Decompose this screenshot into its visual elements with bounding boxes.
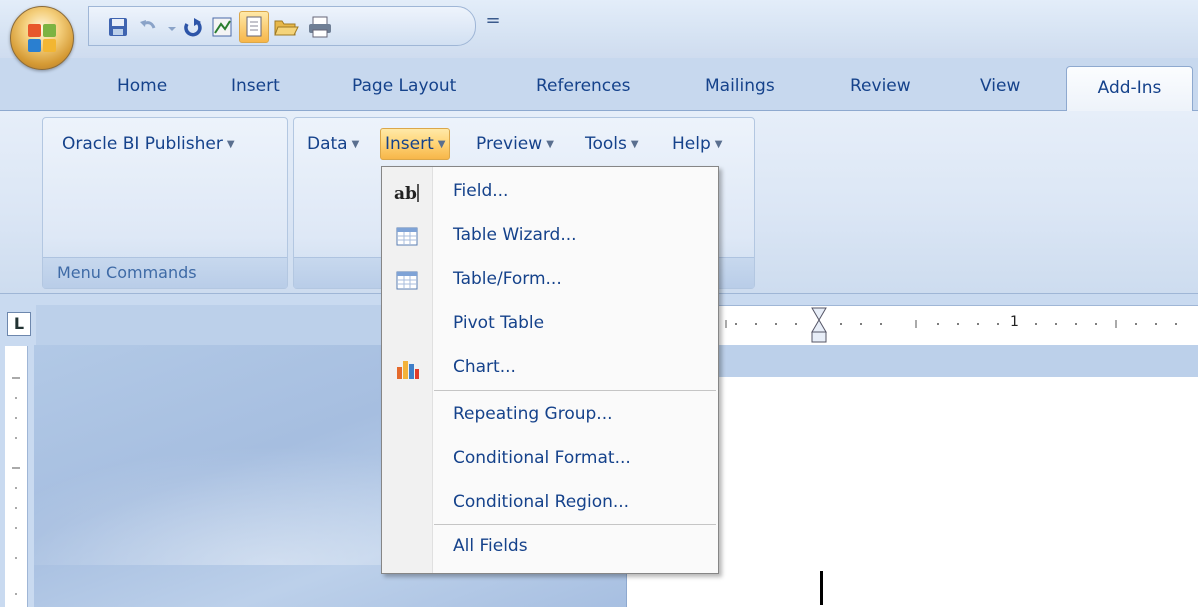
menu-item-field[interactable]: ab Field... <box>383 173 717 213</box>
tab-add-ins-label: Add-Ins <box>1097 78 1162 98</box>
help-label: Help <box>672 134 711 154</box>
menu-item-label: Table/Form... <box>453 269 562 289</box>
data-button[interactable]: Data ▼ <box>307 130 359 158</box>
menu-item-label: Repeating Group... <box>453 404 613 424</box>
chevron-down-icon: ▼ <box>226 139 235 150</box>
text-cursor <box>820 571 823 605</box>
customize-qat-icon[interactable]: = <box>484 8 502 36</box>
office-logo-icon <box>28 24 56 52</box>
table-icon <box>394 225 420 249</box>
tab-page-layout[interactable]: Page Layout <box>352 76 456 106</box>
undo-dropdown-icon[interactable] <box>161 16 176 38</box>
menu-item-table-wizard[interactable]: Table Wizard... <box>383 217 717 257</box>
office-button[interactable] <box>10 6 74 70</box>
menu-item-label: Conditional Region... <box>453 492 630 512</box>
chevron-down-icon: ▼ <box>714 139 723 150</box>
menu-item-conditional-format[interactable]: Conditional Format... <box>383 440 717 480</box>
data-label: Data <box>307 134 348 154</box>
ab-field-icon: ab <box>394 181 420 205</box>
oracle-bi-publisher-button[interactable]: Oracle BI Publisher ▼ <box>62 130 235 158</box>
menu-separator <box>434 390 716 391</box>
vertical-ruler[interactable] <box>5 346 28 607</box>
ruler-mark-1: 1 <box>1010 314 1019 330</box>
insert-label: Insert <box>385 134 434 154</box>
preview-button[interactable]: Preview ▼ <box>476 130 554 158</box>
tab-insert[interactable]: Insert <box>231 76 280 106</box>
menu-item-table-form[interactable]: Table/Form... <box>383 261 717 301</box>
report-icon[interactable] <box>211 16 233 38</box>
tab-add-ins[interactable]: Add-Ins <box>1066 66 1193 111</box>
insert-menu-button[interactable]: Insert ▼ <box>380 128 451 160</box>
menu-item-label: Chart... <box>453 357 516 377</box>
tab-view[interactable]: View <box>980 76 1020 106</box>
menu-item-label: Table Wizard... <box>453 225 577 245</box>
print-icon[interactable] <box>307 16 333 38</box>
tab-review[interactable]: Review <box>850 76 911 106</box>
chevron-down-icon: ▼ <box>437 139 446 150</box>
tab-home[interactable]: Home <box>117 76 167 106</box>
tools-label: Tools <box>585 134 627 154</box>
chart-icon <box>394 357 420 381</box>
svg-text:ab: ab <box>394 184 417 204</box>
save-icon[interactable] <box>107 16 129 38</box>
menu-item-label: Field... <box>453 181 509 201</box>
chevron-down-icon: ▼ <box>546 139 554 150</box>
menu-item-label: Conditional Format... <box>453 448 631 468</box>
page-icon[interactable] <box>239 11 269 43</box>
tab-selector[interactable]: L <box>7 312 31 336</box>
menu-item-chart[interactable]: Chart... <box>383 349 717 389</box>
open-icon[interactable] <box>273 16 299 38</box>
tab-references[interactable]: References <box>536 76 630 106</box>
chevron-down-icon: ▼ <box>630 139 639 150</box>
tools-button[interactable]: Tools ▼ <box>585 130 639 158</box>
help-button[interactable]: Help ▼ <box>672 130 722 158</box>
oracle-bi-publisher-label: Oracle BI Publisher <box>62 134 223 154</box>
menu-item-label: Pivot Table <box>453 313 545 333</box>
preview-label: Preview <box>476 134 543 154</box>
redo-icon[interactable] <box>181 16 203 38</box>
chevron-down-icon: ▼ <box>351 139 360 150</box>
group-label-menu-commands: Menu Commands <box>43 257 287 288</box>
table-icon <box>394 269 420 293</box>
menu-separator <box>434 524 716 525</box>
menu-item-repeating-group[interactable]: Repeating Group... <box>383 396 717 436</box>
insert-dropdown-menu: ab Field... Table Wizard... Table/Form..… <box>381 166 719 574</box>
undo-icon[interactable] <box>137 16 159 38</box>
menu-item-all-fields[interactable]: All Fields <box>383 528 717 568</box>
menu-item-conditional-region[interactable]: Conditional Region... <box>383 484 717 524</box>
tab-mailings[interactable]: Mailings <box>705 76 775 106</box>
quick-access-toolbar <box>88 6 476 46</box>
menu-item-label: All Fields <box>453 536 528 556</box>
menu-item-pivot-table[interactable]: Pivot Table <box>383 305 717 345</box>
